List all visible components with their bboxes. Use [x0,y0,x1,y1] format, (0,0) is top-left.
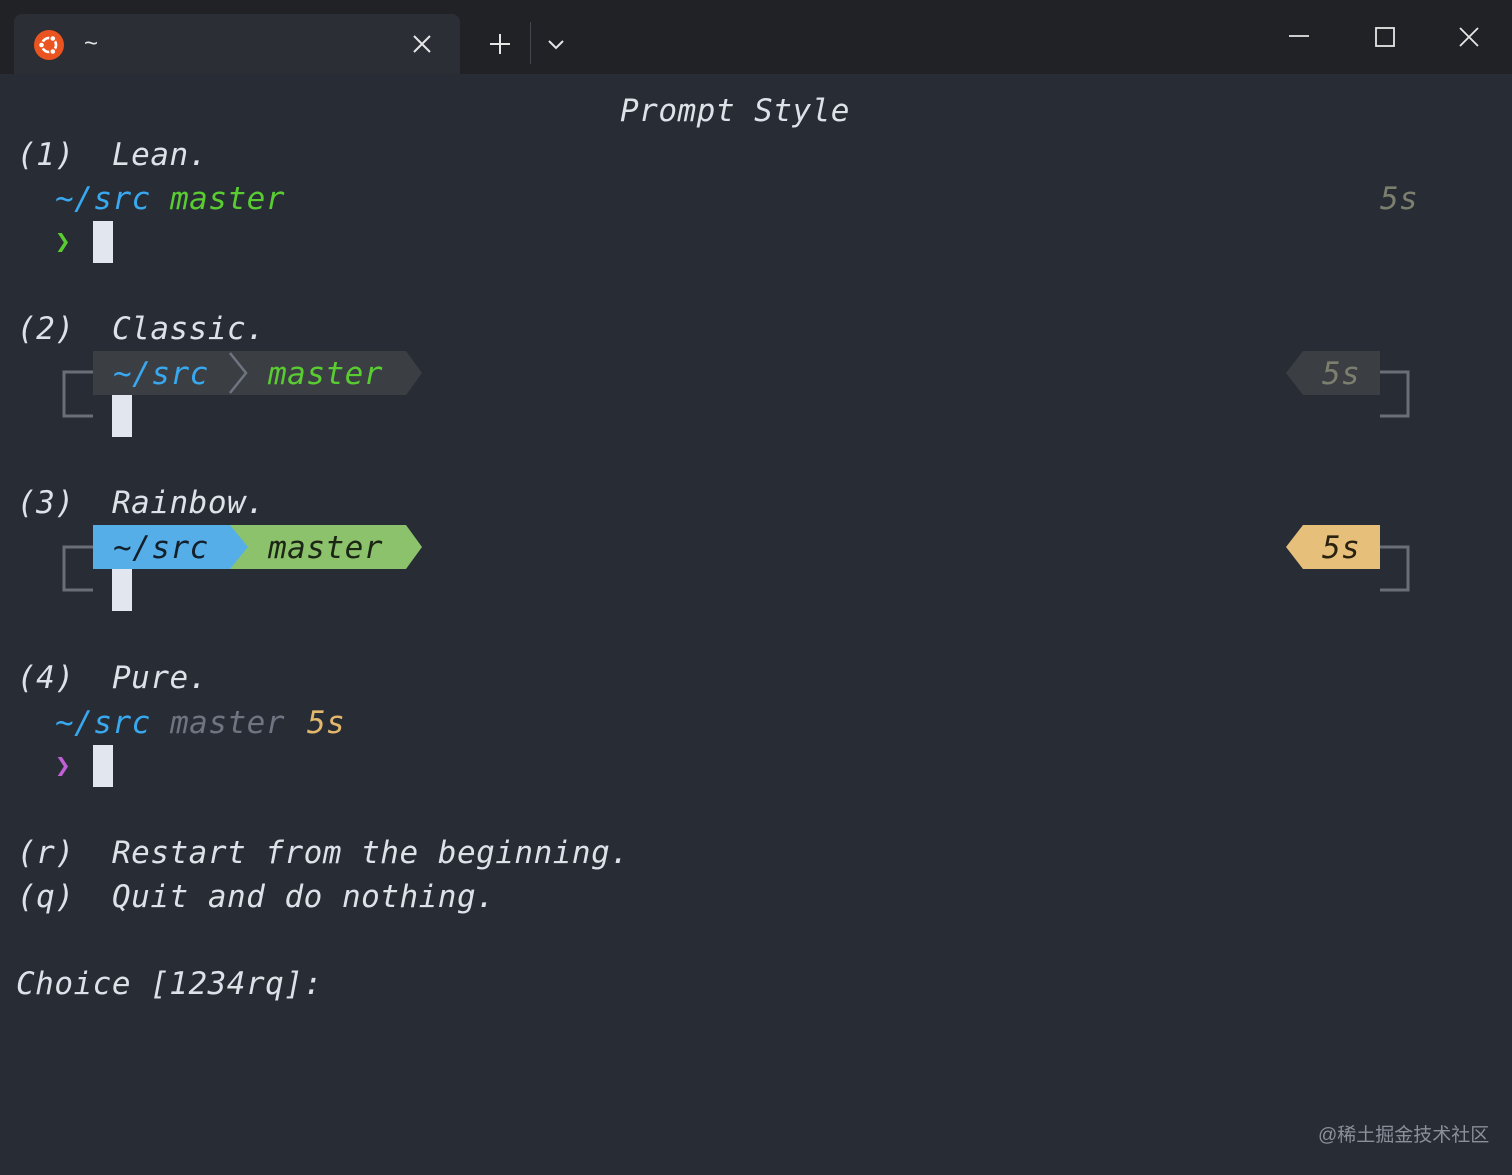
option-2-key: (2) [17,311,75,347]
classic-branch: master [268,356,383,392]
option-3-label: Rainbow. [112,485,266,521]
ubuntu-icon [34,30,64,60]
window-close-icon[interactable] [1456,24,1482,50]
rainbow-cursor [112,569,132,611]
tab-title: ~ [84,30,99,57]
restart-key: (r) [17,835,75,871]
maximize-icon[interactable] [1372,24,1398,50]
quit-label: Quit and do nothing. [112,879,496,915]
watermark: @稀土掘金技术社区 [1318,1125,1490,1146]
title-bar: ~ [0,0,1512,74]
pure-cursor [93,745,113,787]
lean-branch: master [170,181,285,217]
option-1-label: Lean. [112,137,208,173]
new-tab-plus-icon[interactable] [486,30,514,58]
classic-prompt-frame [62,351,1410,418]
pure-dir: ~/src [55,705,151,741]
lean-cursor [93,221,113,263]
pure-duration: 5s [307,705,346,741]
lean-dir: ~/src [55,181,151,217]
quit-key: (q) [17,879,75,915]
terminal-window: ~ Prompt Style (1) Lean. ~/src master 5s… [0,0,1512,1175]
rainbow-prompt-frame [62,525,1410,592]
close-tab-icon[interactable] [410,32,434,56]
prompt-style-heading: Prompt Style [620,93,850,129]
pure-branch: master [170,705,285,741]
option-3-key: (3) [17,485,75,521]
option-1-key: (1) [17,137,75,173]
rainbow-dir: ~/src [113,530,209,566]
option-2-label: Classic. [112,311,266,347]
option-4-key: (4) [17,660,75,696]
chevron-down-icon[interactable] [544,34,568,54]
pure-prompt-char: ❯ [55,751,72,781]
classic-dir: ~/src [113,356,209,392]
choice-prompt[interactable]: Choice [1234rq]: [16,964,323,1004]
classic-cursor [112,395,132,437]
rainbow-duration: 5s [1322,530,1361,566]
rainbow-branch: master [268,530,383,566]
minimize-icon[interactable] [1286,24,1312,50]
restart-label: Restart from the beginning. [112,835,630,871]
option-4-label: Pure. [112,660,208,696]
terminal-tab[interactable]: ~ [14,14,460,74]
classic-duration: 5s [1322,356,1361,392]
lean-duration: 5s [1380,181,1419,217]
title-bar-divider [530,22,531,64]
lean-prompt-char: ❯ [55,227,72,257]
